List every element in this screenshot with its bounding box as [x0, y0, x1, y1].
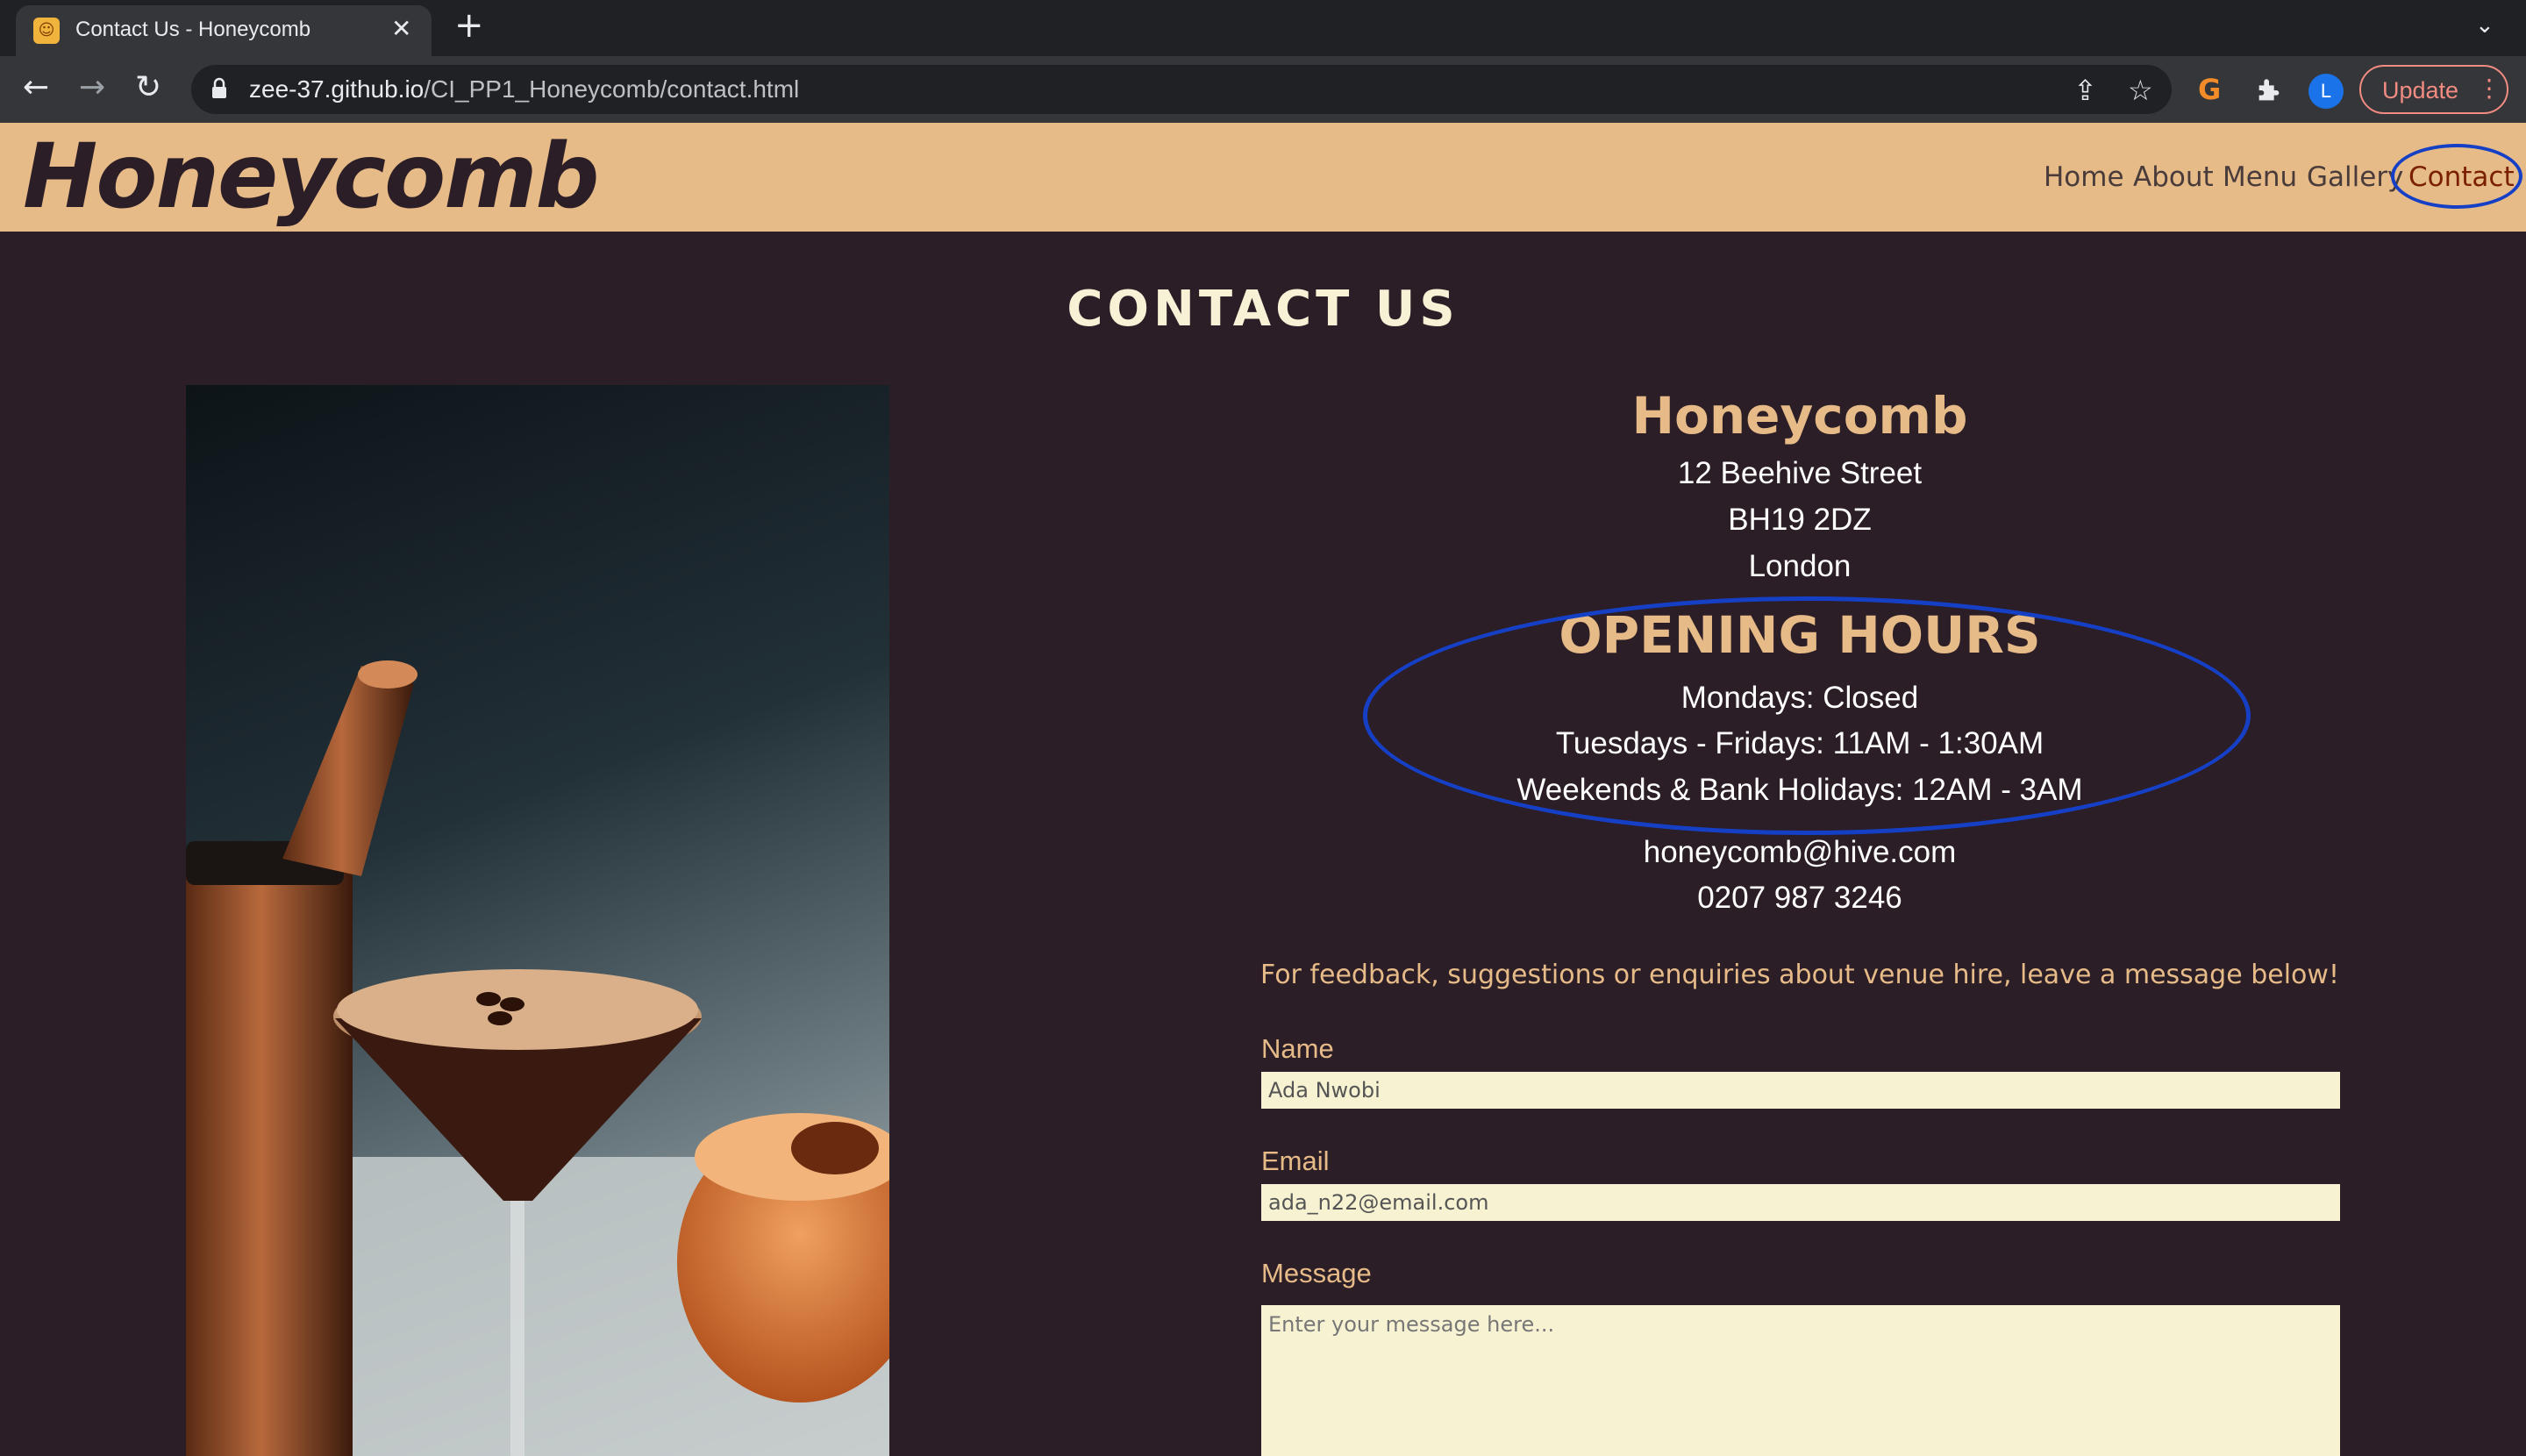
site-header: Honeycomb Home About Menu Gallery Contac… — [0, 123, 2526, 232]
address-city: London — [1748, 549, 1852, 583]
nav-gallery[interactable]: Gallery — [2307, 161, 2403, 193]
menu-dots-icon: ⋮ — [2477, 75, 2501, 102]
nav-menu[interactable]: Menu — [2223, 161, 2297, 193]
name-label: Name — [1261, 1033, 1334, 1064]
espresso-martini-image — [186, 385, 889, 1456]
close-tab-icon[interactable]: ✕ — [391, 14, 411, 43]
browser-toolbar: ← → ↻ zee-37.github.io/CI_PP1_Honeycomb/… — [0, 56, 2526, 123]
address-postcode: BH19 2DZ — [1728, 503, 1872, 537]
share-icon[interactable]: ⇪ — [2073, 74, 2097, 107]
honeycomb-favicon-icon: ☺ — [33, 18, 60, 44]
extension-g-icon[interactable]: G — [2198, 72, 2221, 107]
name-field[interactable] — [1261, 1072, 2340, 1109]
email-label: Email — [1261, 1146, 1330, 1176]
puzzle-icon[interactable] — [2254, 75, 2284, 105]
page-title: CONTACT US — [1067, 281, 1459, 338]
feedback-text: For feedback, suggestions or enquiries a… — [1260, 960, 2339, 990]
update-button[interactable]: Update ⋮ — [2359, 65, 2508, 114]
contact-phone[interactable]: 0207 987 3246 — [1184, 881, 2415, 916]
forward-icon[interactable]: → — [79, 70, 105, 105]
new-tab-icon[interactable]: + — [454, 5, 484, 46]
message-label: Message — [1261, 1258, 1372, 1288]
browser-tabstrip: ☺ Contact Us - Honeycomb ✕ + ⌄ — [0, 0, 2526, 56]
annotation-circle-nav — [2391, 144, 2522, 209]
message-field[interactable] — [1261, 1305, 2340, 1456]
star-icon[interactable]: ☆ — [2128, 74, 2153, 107]
lock-icon — [212, 77, 226, 98]
browser-tab[interactable]: ☺ Contact Us - Honeycomb ✕ — [16, 5, 432, 56]
email-field[interactable] — [1261, 1184, 2340, 1221]
espresso-martini-illustration — [186, 660, 889, 1456]
reload-icon[interactable]: ↻ — [135, 70, 161, 105]
url-host: zee-37.github.io — [249, 75, 425, 103]
annotation-circle-hours — [1363, 596, 2251, 835]
nav-home[interactable]: Home — [2044, 161, 2124, 193]
site-logo[interactable]: Honeycomb — [23, 125, 600, 229]
url-path: /CI_PP1_Honeycomb/contact.html — [424, 75, 800, 103]
contact-email[interactable]: honeycomb@hive.com — [1184, 835, 2415, 870]
url-text[interactable]: zee-37.github.io/CI_PP1_Honeycomb/contac… — [249, 75, 799, 103]
venue-name: Honeycomb — [1631, 386, 1968, 446]
address-bar[interactable]: zee-37.github.io/CI_PP1_Honeycomb/contac… — [191, 65, 2172, 114]
tab-title: Contact Us - Honeycomb — [75, 18, 311, 41]
address-street: 12 Beehive Street — [1677, 456, 1923, 490]
back-icon[interactable]: ← — [23, 70, 49, 105]
profile-avatar[interactable]: L — [2308, 74, 2344, 109]
nav-about[interactable]: About — [2133, 161, 2214, 193]
update-label: Update — [2382, 77, 2459, 103]
tab-search-icon[interactable]: ⌄ — [2475, 12, 2494, 39]
